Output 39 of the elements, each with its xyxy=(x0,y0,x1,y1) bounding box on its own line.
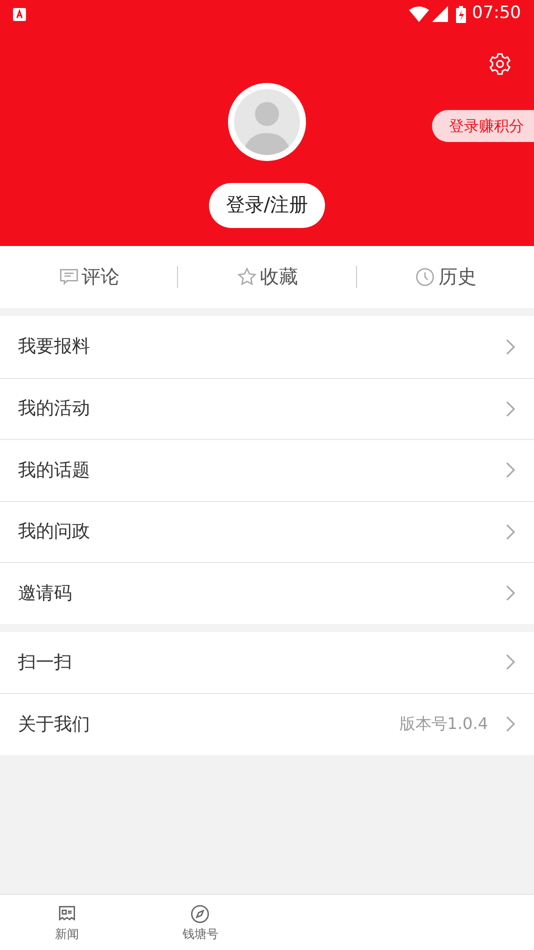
menu-label: 我的话题 xyxy=(18,458,91,483)
login-register-button[interactable]: 登录/注册 xyxy=(208,183,326,228)
settings-icon[interactable] xyxy=(488,52,512,76)
menu-item[interactable]: 我要报料 xyxy=(0,316,534,378)
quick-tab[interactable]: 历史 xyxy=(356,262,534,292)
comment-icon xyxy=(58,266,80,288)
menu-label: 邀请码 xyxy=(18,582,73,606)
clock-icon xyxy=(414,266,436,288)
menu-label: 我的问政 xyxy=(18,520,91,544)
menu-label: 关于我们 xyxy=(18,712,91,737)
chevron-right-icon xyxy=(504,715,516,734)
nav-tab[interactable]: 钱塘号 xyxy=(134,895,267,950)
chevron-right-icon xyxy=(504,584,516,602)
chevron-right-icon xyxy=(504,653,516,672)
menu-item[interactable]: 我的问政 xyxy=(0,500,534,562)
signal-icon xyxy=(432,6,448,22)
quick-tab[interactable]: 评论 xyxy=(0,262,178,292)
nav-tab[interactable]: 新闻 xyxy=(0,895,134,950)
version-text: 版本号1.0.4 xyxy=(399,713,488,736)
menu-item[interactable]: 邀请码 xyxy=(0,562,534,624)
menu-item[interactable]: 我的话题 xyxy=(0,439,534,500)
star-icon xyxy=(236,266,258,288)
chevron-right-icon xyxy=(504,400,516,418)
menu-label: 扫一扫 xyxy=(18,650,73,675)
menu-item[interactable]: 关于我们 版本号1.0.4 xyxy=(0,693,534,754)
chevron-right-icon xyxy=(504,338,516,356)
quick-tab[interactable]: 收藏 xyxy=(178,262,356,292)
menu-item[interactable]: 我的活动 xyxy=(0,378,534,439)
chevron-right-icon xyxy=(504,461,516,480)
chevron-right-icon xyxy=(504,522,516,541)
app-notification-icon xyxy=(13,8,26,20)
compass-icon xyxy=(189,902,212,924)
status-time: 07:50 xyxy=(472,2,521,26)
menu-label: 我要报料 xyxy=(18,335,91,360)
menu-item[interactable]: 扫一扫 xyxy=(0,632,534,693)
avatar[interactable] xyxy=(228,83,306,161)
wifi-icon xyxy=(409,6,429,22)
battery-icon xyxy=(456,6,466,22)
menu-label: 我的活动 xyxy=(18,397,91,422)
